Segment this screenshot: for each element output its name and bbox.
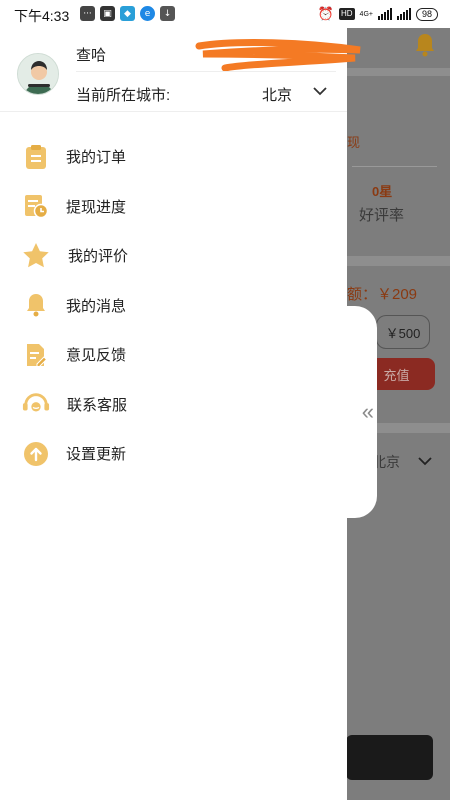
city-selector[interactable]: 当前所在城市: 北京 — [76, 71, 336, 107]
avatar[interactable] — [17, 53, 59, 95]
bell-icon — [22, 291, 50, 319]
rating-label: 好评率 — [359, 207, 405, 224]
profile-header: 查哈 当前所在城市: 北京 — [0, 28, 361, 112]
menu-label: 我的消息 — [66, 297, 127, 315]
menu-label: 联系客服 — [67, 396, 128, 414]
withdraw-progress-icon — [22, 192, 50, 220]
chat-icon: ··· — [80, 6, 95, 21]
menu-label: 设置更新 — [66, 446, 127, 464]
rating-stars: 0星 — [372, 184, 393, 199]
side-drawer: 查哈 当前所在城市: 北京 我的订单 提现进度 我的评价 我的消息 意见反馈 联… — [0, 28, 361, 800]
signal-icon-2 — [396, 8, 411, 20]
double-chevron-left-icon: « — [361, 399, 374, 424]
menu-label: 我的订单 — [66, 149, 127, 167]
signal-icon — [377, 8, 392, 20]
balance-fragment: 额：￥209 — [347, 286, 418, 303]
upload-arrow-icon — [22, 440, 50, 468]
menu-item-settings-update[interactable]: 设置更新 — [0, 429, 347, 479]
drawer-menu: 我的订单 提现进度 我的评价 我的消息 意见反馈 联系客服 设置更新 — [0, 132, 347, 479]
chevron-down-icon — [312, 84, 328, 98]
alarm-icon: ⏰ — [317, 6, 334, 21]
menu-item-customer-service[interactable]: 联系客服 — [0, 380, 347, 430]
hd-badge: HD — [338, 8, 355, 20]
menu-label: 我的评价 — [68, 248, 129, 266]
clipboard-icon — [22, 143, 50, 171]
username: 查哈 — [76, 47, 107, 64]
bg-divider-2 — [352, 166, 437, 167]
menu-item-orders[interactable]: 我的订单 — [0, 132, 347, 182]
menu-item-messages[interactable]: 我的消息 — [0, 281, 347, 331]
download-icon: ↓ — [160, 6, 175, 21]
status-right: ⏰ HD 4G+ 98 — [318, 6, 438, 22]
withdraw-link-fragment: 现 — [347, 135, 361, 150]
menu-item-withdraw-progress[interactable]: 提现进度 — [0, 182, 347, 232]
menu-item-reviews[interactable]: 我的评价 — [0, 231, 347, 281]
feedback-edit-icon — [22, 341, 50, 369]
city-label: 当前所在城市: — [76, 87, 171, 104]
notification-icons: ··· ▣ ◆ e ↓ — [80, 6, 175, 21]
bell-icon[interactable] — [413, 32, 437, 64]
menu-item-feedback[interactable]: 意见反馈 — [0, 330, 347, 380]
browser-icon: e — [140, 6, 155, 21]
menu-label: 意见反馈 — [66, 347, 127, 365]
bg-divider-3 — [347, 256, 450, 266]
status-time: 下午4:33 — [14, 8, 70, 24]
bg-chevron-down-icon — [417, 454, 433, 472]
menu-label: 提现进度 — [66, 198, 127, 216]
status-bar: 下午4:33 ··· ▣ ◆ e ↓ ⏰ HD 4G+ 98 — [0, 0, 450, 28]
headset-icon — [22, 390, 50, 418]
battery-icon: 98 — [415, 7, 438, 21]
redaction-scribble — [195, 38, 365, 72]
network-type: 4G+ — [359, 10, 373, 18]
amount-option[interactable]: ￥500 — [376, 315, 430, 349]
city-value: 北京 — [262, 87, 293, 104]
star-icon — [22, 242, 50, 270]
collapse-drawer-tab[interactable]: « — [335, 306, 377, 518]
app-notification-icon: ◆ — [120, 6, 135, 21]
bg-bottom-button[interactable] — [346, 735, 433, 780]
image-icon: ▣ — [100, 6, 115, 21]
